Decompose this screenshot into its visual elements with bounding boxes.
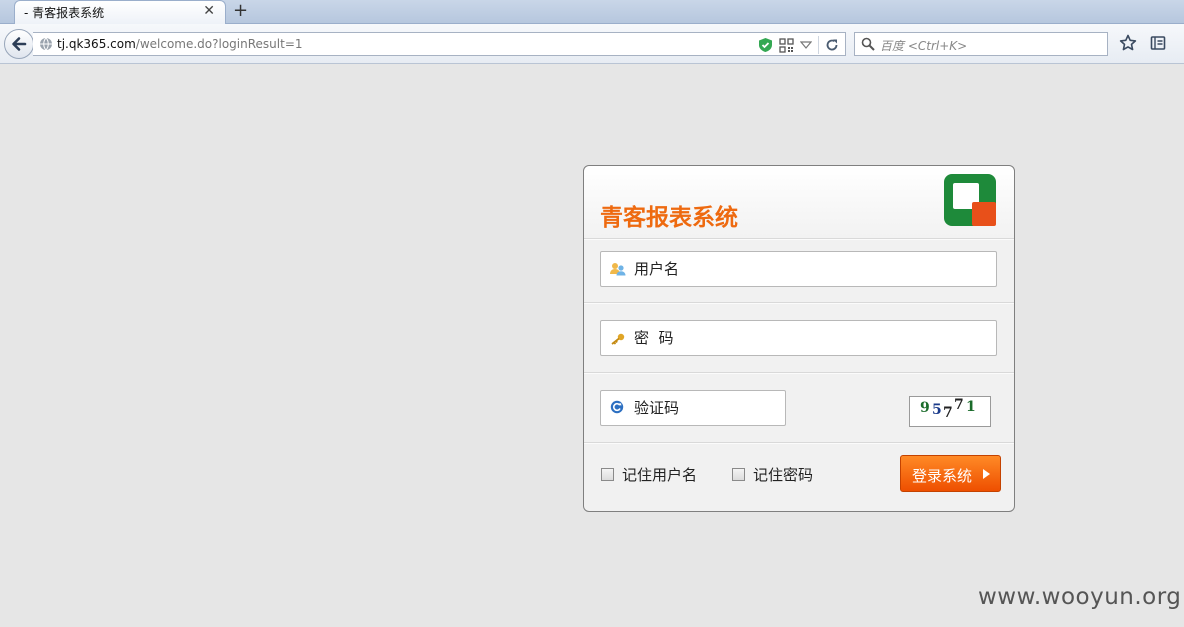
divider [584, 302, 1014, 304]
url-icons [758, 36, 839, 54]
login-button-label: 登录系统 [912, 467, 973, 485]
bookmark-star-icon[interactable] [1119, 34, 1137, 52]
shield-check-icon[interactable] [758, 37, 773, 53]
password-field[interactable] [600, 320, 997, 356]
remember-username-option[interactable]: 记住用户名 [601, 464, 697, 485]
qr-code-icon[interactable] [779, 37, 794, 53]
browser-tab[interactable]: - 青客报表系统 ✕ [14, 0, 226, 24]
divider [584, 372, 1014, 374]
back-button[interactable] [4, 29, 34, 59]
back-arrow-icon [12, 37, 27, 51]
reload-icon[interactable] [825, 38, 839, 52]
captcha-digit: 9 [920, 400, 930, 416]
user-icon [610, 263, 626, 276]
close-tab-icon[interactable]: ✕ [203, 3, 215, 19]
search-icon [861, 37, 875, 51]
address-bar[interactable]: tj.qk365.com/welcome.do?loginResult=1 [33, 32, 846, 56]
username-field[interactable] [600, 251, 997, 287]
divider [584, 238, 1014, 240]
url-host: tj.qk365.com [57, 37, 136, 51]
search-bar[interactable]: 百度 <Ctrl+K> [854, 32, 1108, 56]
url-separator [818, 36, 819, 54]
refresh-circle-icon [610, 400, 624, 414]
login-panel: 青客报表系统 用户名 验证码 9 5 7 7 1 记住用户名 记住密码 登录系统 [583, 165, 1015, 512]
remember-password-label: 记住密码 [753, 466, 814, 484]
captcha-input[interactable] [634, 395, 774, 421]
search-placeholder: 百度 <Ctrl+K> [880, 39, 968, 53]
app-logo-icon [944, 174, 996, 226]
divider [584, 442, 1014, 444]
tab-bar: - 青客报表系统 ✕ + [0, 0, 1184, 24]
captcha-image[interactable]: 9 5 7 7 1 [909, 396, 991, 427]
key-icon [611, 333, 625, 345]
captcha-digit: 7 [954, 397, 964, 413]
tab-title: - 青客报表系统 [24, 6, 105, 20]
new-tab-button[interactable]: + [233, 0, 248, 21]
play-arrow-icon [983, 469, 990, 479]
app-title: 青客报表系统 [600, 205, 738, 231]
remember-username-label: 记住用户名 [622, 466, 698, 484]
url-text[interactable]: tj.qk365.com/welcome.do?loginResult=1 [57, 37, 303, 51]
captcha-digit: 7 [943, 405, 953, 421]
remember-password-option[interactable]: 记住密码 [732, 464, 813, 485]
navigation-bar: tj.qk365.com/welcome.do?loginResult=1 百度… [0, 24, 1184, 64]
globe-icon [40, 37, 52, 51]
captcha-field[interactable] [600, 390, 786, 426]
panel-header: 青客报表系统 [584, 166, 1014, 238]
url-path: /welcome.do?loginResult=1 [135, 37, 303, 51]
username-input[interactable] [634, 256, 974, 282]
remember-password-checkbox[interactable] [732, 468, 745, 481]
remember-username-checkbox[interactable] [601, 468, 614, 481]
captcha-digit: 1 [966, 399, 976, 415]
watermark: www.wooyun.org [978, 584, 1182, 610]
dropdown-arrow-icon[interactable] [800, 40, 812, 50]
login-button[interactable]: 登录系统 [900, 455, 1001, 492]
password-input[interactable] [634, 325, 974, 351]
captcha-digit: 5 [932, 402, 942, 418]
reading-list-icon[interactable] [1150, 35, 1166, 51]
